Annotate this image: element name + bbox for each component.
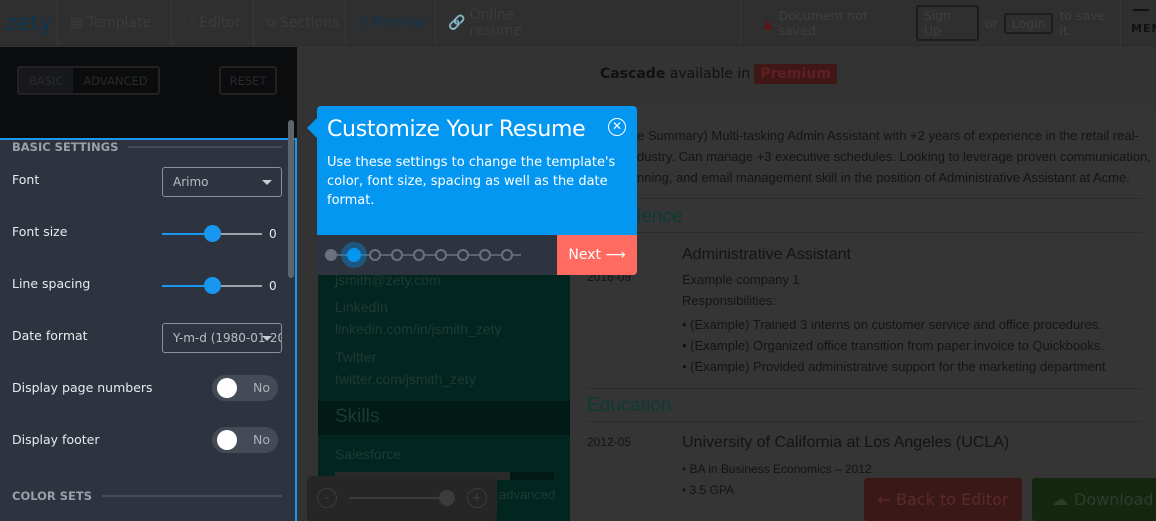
zoom-slider[interactable] bbox=[349, 490, 455, 506]
close-icon[interactable]: ✕ bbox=[608, 118, 626, 136]
cloud-download-icon: ☁ bbox=[1052, 490, 1068, 509]
sign-up-button[interactable]: Sign Up bbox=[915, 5, 979, 41]
sections-icon: ⧉ bbox=[266, 15, 276, 31]
company: Example company 1 bbox=[682, 272, 800, 287]
step-dot[interactable] bbox=[369, 249, 381, 261]
nav-online-resume[interactable]: 🔗 Online resume bbox=[436, 0, 576, 46]
login-button[interactable]: Login bbox=[1003, 12, 1054, 34]
tab-basic[interactable]: BASIC bbox=[19, 68, 73, 93]
basic-settings-heading: BASIC SETTINGS bbox=[12, 140, 282, 154]
footer-label: Display footer bbox=[12, 432, 100, 447]
tooltip-arrow bbox=[307, 118, 317, 138]
link-icon: 🔗 bbox=[448, 15, 466, 31]
nav-sections[interactable]: ⧉ Sections bbox=[254, 0, 346, 46]
date-format-label: Date format bbox=[12, 328, 88, 343]
step-dot[interactable] bbox=[479, 249, 491, 261]
mode-toggle: BASIC ADVANCED bbox=[17, 66, 160, 95]
education-heading: Education bbox=[587, 395, 672, 416]
zoom-control: - + bbox=[307, 476, 497, 521]
zoom-slider-knob[interactable] bbox=[439, 490, 455, 506]
divider bbox=[587, 388, 1143, 389]
template-icon: ▤ bbox=[70, 15, 84, 31]
line-spacing-value: 0 bbox=[269, 279, 277, 293]
skill-name: Salesforce bbox=[335, 446, 402, 462]
step-indicator bbox=[325, 248, 521, 262]
font-label: Font bbox=[12, 172, 40, 187]
page-numbers-label: Display page numbers bbox=[12, 380, 153, 395]
color-sets-heading: COLOR SETS bbox=[12, 489, 282, 503]
step-dot[interactable] bbox=[457, 249, 469, 261]
chevron-down-icon bbox=[262, 180, 272, 185]
job-title: Administrative Assistant bbox=[682, 246, 851, 263]
back-to-editor-button[interactable]: ← Back to Editor bbox=[864, 478, 1022, 521]
job-bullets: • (Example) Trained 3 interns on custome… bbox=[682, 317, 1106, 374]
step-dot[interactable] bbox=[325, 249, 337, 261]
divider bbox=[587, 421, 1143, 422]
twitter-url: twitter.com/jsmith_zety bbox=[335, 371, 476, 387]
edu-date: 2012-05 bbox=[587, 435, 632, 449]
premium-notice: Cascade available in Premium bbox=[600, 64, 837, 84]
step-dot[interactable] bbox=[391, 249, 403, 261]
menu-button[interactable]: MENU bbox=[1120, 0, 1156, 46]
skill-level: advanced bbox=[499, 487, 556, 502]
next-button[interactable]: Next ⟶ bbox=[557, 235, 637, 275]
warning-icon: ▲ bbox=[763, 15, 773, 31]
onboarding-tooltip: Customize Your Resume ✕ Use these settin… bbox=[317, 106, 637, 275]
tooltip-title: Customize Your Resume bbox=[327, 117, 586, 142]
font-select[interactable]: Arimo bbox=[162, 167, 282, 197]
skills-heading: Skills bbox=[318, 401, 570, 435]
nav-template[interactable]: ▤ Template bbox=[58, 0, 172, 46]
summary: e Summary) Multi-tasking Admin Assistant… bbox=[637, 128, 1151, 185]
slider-knob[interactable] bbox=[204, 225, 221, 242]
zoom-out-button[interactable]: - bbox=[317, 488, 337, 508]
tooltip-body: Use these settings to change the templat… bbox=[327, 155, 616, 208]
chevron-down-icon bbox=[262, 336, 272, 341]
school: University of California at Los Angeles … bbox=[682, 434, 1010, 451]
reset-button[interactable]: RESET bbox=[219, 66, 277, 95]
step-dot[interactable] bbox=[501, 249, 513, 261]
step-dot[interactable] bbox=[435, 249, 447, 261]
line-spacing-slider[interactable] bbox=[162, 277, 262, 294]
page-numbers-toggle[interactable]: No bbox=[212, 375, 278, 401]
nav-preview[interactable]: ⚲ Preview bbox=[346, 0, 436, 46]
scrollbar[interactable] bbox=[288, 120, 294, 278]
search-icon: ⚲ bbox=[358, 15, 369, 31]
tooltip-footer: Next ⟶ bbox=[317, 235, 637, 275]
step-dot[interactable] bbox=[347, 248, 361, 262]
line-spacing-label: Line spacing bbox=[12, 276, 91, 291]
step-dot[interactable] bbox=[413, 249, 425, 261]
document-icon: 🗋 bbox=[184, 14, 196, 30]
premium-badge[interactable]: Premium bbox=[754, 64, 837, 84]
slider-knob[interactable] bbox=[204, 277, 221, 294]
save-notice: ▲ Document not saved. Sign Up or Login t… bbox=[740, 0, 1120, 46]
footer-toggle[interactable]: No bbox=[212, 427, 278, 453]
download-button[interactable]: ☁ Download bbox=[1032, 478, 1156, 521]
font-size-slider[interactable] bbox=[162, 225, 262, 242]
twitter-label: Twitter bbox=[335, 349, 377, 365]
linkedin-url: linkedin.com/in/jsmith_zety bbox=[335, 321, 502, 337]
edu-bullets: • BA in Business Economics – 2012 • 3.5 … bbox=[682, 462, 872, 497]
font-size-value: 0 bbox=[269, 227, 277, 241]
zoom-in-button[interactable]: + bbox=[467, 488, 487, 508]
divider bbox=[587, 198, 1143, 199]
date-format-select[interactable]: Y-m-d (1980-01-20) bbox=[162, 323, 282, 353]
menu-icon bbox=[1133, 9, 1149, 11]
experience-heading: ience bbox=[637, 206, 683, 227]
linkedin-label: LinkedIn bbox=[335, 299, 388, 315]
font-size-label: Font size bbox=[12, 224, 68, 239]
nav-editor[interactable]: 🗋 Editor bbox=[172, 0, 254, 46]
tab-advanced[interactable]: ADVANCED bbox=[73, 68, 158, 93]
responsibilities-label: Responsibilities: bbox=[682, 293, 776, 308]
divider bbox=[587, 232, 1143, 233]
logo[interactable]: zety bbox=[0, 0, 58, 46]
